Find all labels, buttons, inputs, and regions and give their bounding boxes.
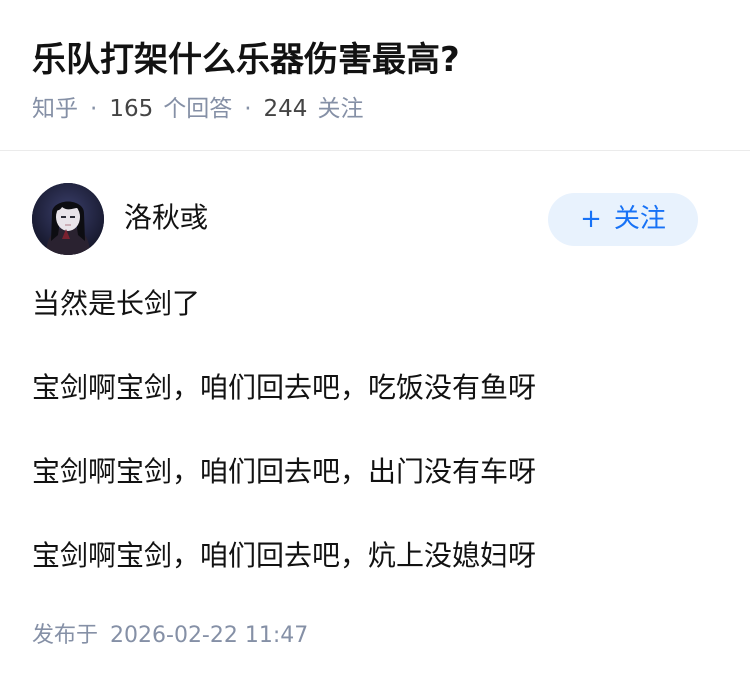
question-header: 乐队打架什么乐器伤害最高? 知乎 · 165 个回答 · 244 关注 [0, 0, 750, 151]
answer-body: 当然是长剑了 宝剑啊宝剑，咱们回去吧，吃饭没有鱼呀 宝剑啊宝剑，咱们回去吧，出门… [32, 283, 722, 619]
answer-paragraph: 宝剑啊宝剑，咱们回去吧，出门没有车呀 [32, 455, 537, 488]
follower-count: 244 [263, 96, 308, 122]
author-name[interactable]: 洛秋彧 [124, 198, 208, 238]
answer-paragraph: 宝剑啊宝剑，咱们回去吧，炕上没媳妇呀 [32, 539, 537, 572]
plus-icon: + [580, 204, 602, 234]
answer-count-label[interactable]: 个回答 [163, 92, 232, 126]
anime-avatar-icon[interactable] [32, 183, 104, 255]
source-label[interactable]: 知乎 [32, 92, 78, 126]
question-meta: 知乎 · 165 个回答 · 244 关注 [32, 92, 363, 126]
follow-button-label: 关注 [613, 204, 666, 234]
publish-timestamp: 2026-02-22 11:47 [110, 623, 309, 648]
answer-paragraph: 当然是长剑了 [32, 287, 201, 320]
meta-separator-dot: · [90, 96, 98, 122]
answer-count: 165 [109, 96, 154, 122]
answer-paragraph: 宝剑啊宝剑，咱们回去吧，吃饭没有鱼呀 [32, 371, 537, 404]
follow-button[interactable]: + 关注 [548, 193, 698, 246]
author-row: 洛秋彧 + 关注 [32, 183, 702, 255]
question-title[interactable]: 乐队打架什么乐器伤害最高? [32, 36, 460, 84]
follower-label[interactable]: 关注 [317, 92, 363, 126]
publish-time: 发布于 2026-02-22 11:47 [32, 619, 308, 653]
meta-separator-dot: · [244, 96, 252, 122]
publish-label: 发布于 [32, 623, 99, 648]
